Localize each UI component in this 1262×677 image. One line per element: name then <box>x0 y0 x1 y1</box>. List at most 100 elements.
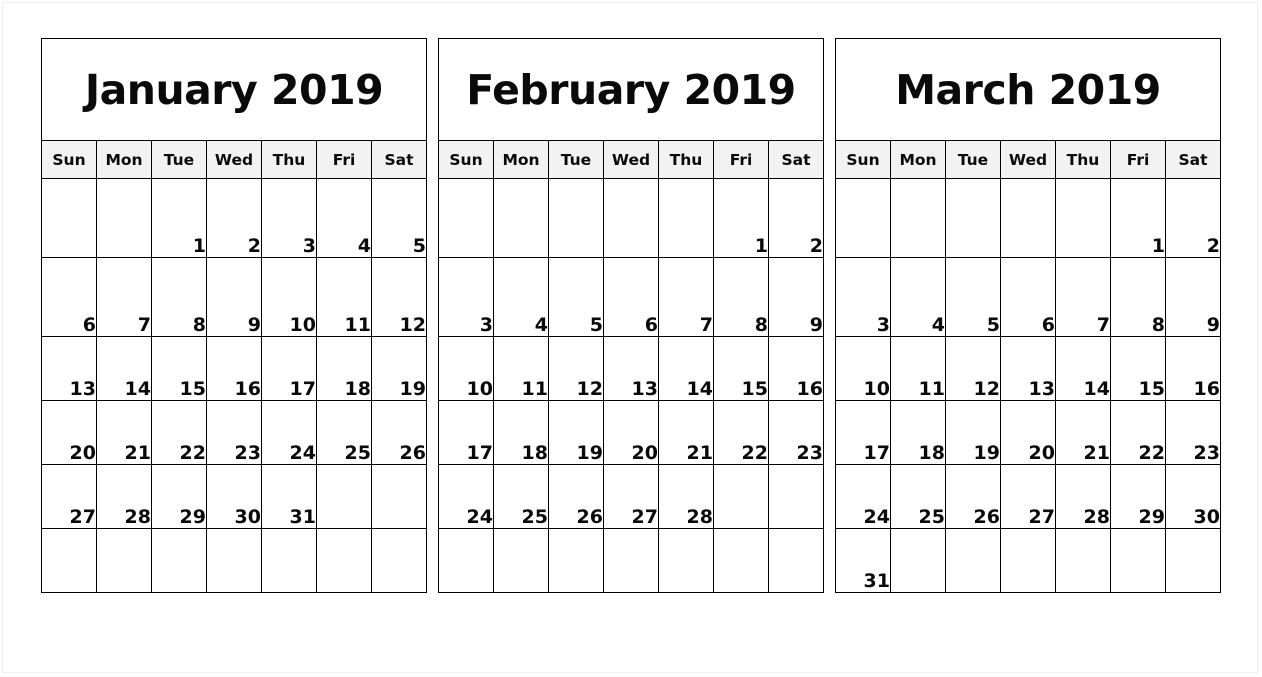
day-cell[interactable]: 11 <box>316 257 372 337</box>
day-cell[interactable]: 24 <box>835 464 891 529</box>
day-cell[interactable]: 12 <box>548 336 604 401</box>
day-cell[interactable]: 9 <box>1165 257 1221 337</box>
day-cell[interactable]: 26 <box>945 464 1001 529</box>
day-cell[interactable]: 14 <box>658 336 714 401</box>
day-cell[interactable]: 19 <box>371 336 427 401</box>
day-cell[interactable]: 6 <box>41 257 97 337</box>
day-cell[interactable]: 25 <box>316 400 372 465</box>
day-cell[interactable]: 8 <box>151 257 207 337</box>
day-cell[interactable]: 28 <box>96 464 152 529</box>
day-cell[interactable]: 9 <box>206 257 262 337</box>
week-row: 6 7 8 9 10 11 12 <box>41 257 427 337</box>
day-cell[interactable]: 28 <box>1055 464 1111 529</box>
day-cell[interactable]: 23 <box>768 400 824 465</box>
day-cell[interactable]: 26 <box>371 400 427 465</box>
day-cell[interactable]: 25 <box>890 464 946 529</box>
day-cell[interactable]: 24 <box>438 464 494 529</box>
weekday-header-mon: Mon <box>890 140 946 179</box>
day-cell[interactable]: 19 <box>945 400 1001 465</box>
day-cell[interactable]: 24 <box>261 400 317 465</box>
day-cell[interactable]: 18 <box>890 400 946 465</box>
week-row: 17 18 19 20 21 22 23 <box>835 400 1221 465</box>
day-cell[interactable]: 30 <box>206 464 262 529</box>
day-cell[interactable]: 30 <box>1165 464 1221 529</box>
day-cell[interactable]: 5 <box>548 257 604 337</box>
day-cell[interactable]: 9 <box>768 257 824 337</box>
month-title-row: March 2019 <box>835 38 1221 141</box>
day-cell[interactable]: 1 <box>1110 178 1166 258</box>
day-cell[interactable]: 29 <box>151 464 207 529</box>
empty-day-cell <box>371 464 427 529</box>
month-calendar-january: January 2019 Sun Mon Tue Wed Thu Fri Sat 1 2 3 4 5 6 7… <box>41 38 427 593</box>
day-cell[interactable]: 21 <box>658 400 714 465</box>
day-cell[interactable]: 8 <box>1110 257 1166 337</box>
day-cell[interactable]: 13 <box>41 336 97 401</box>
day-cell[interactable]: 7 <box>96 257 152 337</box>
day-cell[interactable]: 15 <box>151 336 207 401</box>
day-cell[interactable]: 28 <box>658 464 714 529</box>
day-cell[interactable]: 7 <box>1055 257 1111 337</box>
day-cell[interactable]: 17 <box>835 400 891 465</box>
day-cell[interactable]: 4 <box>316 178 372 258</box>
day-cell[interactable]: 11 <box>890 336 946 401</box>
day-cell[interactable]: 20 <box>41 400 97 465</box>
day-cell[interactable]: 26 <box>548 464 604 529</box>
day-cell[interactable]: 19 <box>548 400 604 465</box>
day-cell[interactable]: 21 <box>96 400 152 465</box>
day-cell[interactable]: 20 <box>603 400 659 465</box>
empty-day-cell <box>1000 528 1056 593</box>
month-title: February 2019 <box>438 38 824 141</box>
day-cell[interactable]: 14 <box>1055 336 1111 401</box>
day-cell[interactable]: 25 <box>493 464 549 529</box>
day-cell[interactable]: 2 <box>206 178 262 258</box>
day-cell[interactable]: 6 <box>1000 257 1056 337</box>
day-cell[interactable]: 4 <box>890 257 946 337</box>
day-cell[interactable]: 5 <box>371 178 427 258</box>
day-cell[interactable]: 23 <box>1165 400 1221 465</box>
day-cell[interactable]: 4 <box>493 257 549 337</box>
day-cell[interactable]: 7 <box>658 257 714 337</box>
day-cell[interactable]: 22 <box>151 400 207 465</box>
day-cell[interactable]: 10 <box>438 336 494 401</box>
day-cell[interactable]: 3 <box>261 178 317 258</box>
day-cell[interactable]: 22 <box>1110 400 1166 465</box>
day-cell[interactable]: 10 <box>835 336 891 401</box>
day-cell[interactable]: 8 <box>713 257 769 337</box>
day-cell[interactable]: 5 <box>945 257 1001 337</box>
day-cell[interactable]: 2 <box>768 178 824 258</box>
day-cell[interactable]: 31 <box>835 528 891 593</box>
day-cell[interactable]: 14 <box>96 336 152 401</box>
day-cell[interactable]: 31 <box>261 464 317 529</box>
day-cell[interactable]: 3 <box>438 257 494 337</box>
day-cell[interactable]: 6 <box>603 257 659 337</box>
day-cell[interactable]: 27 <box>603 464 659 529</box>
day-cell[interactable]: 23 <box>206 400 262 465</box>
day-cell[interactable]: 12 <box>371 257 427 337</box>
day-cell[interactable]: 2 <box>1165 178 1221 258</box>
day-cell[interactable]: 15 <box>1110 336 1166 401</box>
day-cell[interactable]: 3 <box>835 257 891 337</box>
day-cell[interactable]: 1 <box>713 178 769 258</box>
day-cell[interactable]: 17 <box>438 400 494 465</box>
day-cell[interactable]: 12 <box>945 336 1001 401</box>
day-cell[interactable]: 20 <box>1000 400 1056 465</box>
day-cell[interactable]: 16 <box>768 336 824 401</box>
day-cell[interactable]: 22 <box>713 400 769 465</box>
day-cell[interactable]: 29 <box>1110 464 1166 529</box>
day-cell[interactable]: 11 <box>493 336 549 401</box>
day-cell[interactable]: 10 <box>261 257 317 337</box>
day-cell[interactable]: 13 <box>603 336 659 401</box>
day-cell[interactable]: 13 <box>1000 336 1056 401</box>
day-cell[interactable]: 27 <box>1000 464 1056 529</box>
day-cell[interactable]: 21 <box>1055 400 1111 465</box>
day-cell[interactable]: 18 <box>316 336 372 401</box>
empty-day-cell <box>945 178 1001 258</box>
day-cell[interactable]: 16 <box>1165 336 1221 401</box>
day-cell[interactable]: 1 <box>151 178 207 258</box>
day-cell[interactable]: 15 <box>713 336 769 401</box>
empty-day-cell <box>206 528 262 593</box>
day-cell[interactable]: 16 <box>206 336 262 401</box>
day-cell[interactable]: 27 <box>41 464 97 529</box>
day-cell[interactable]: 18 <box>493 400 549 465</box>
day-cell[interactable]: 17 <box>261 336 317 401</box>
